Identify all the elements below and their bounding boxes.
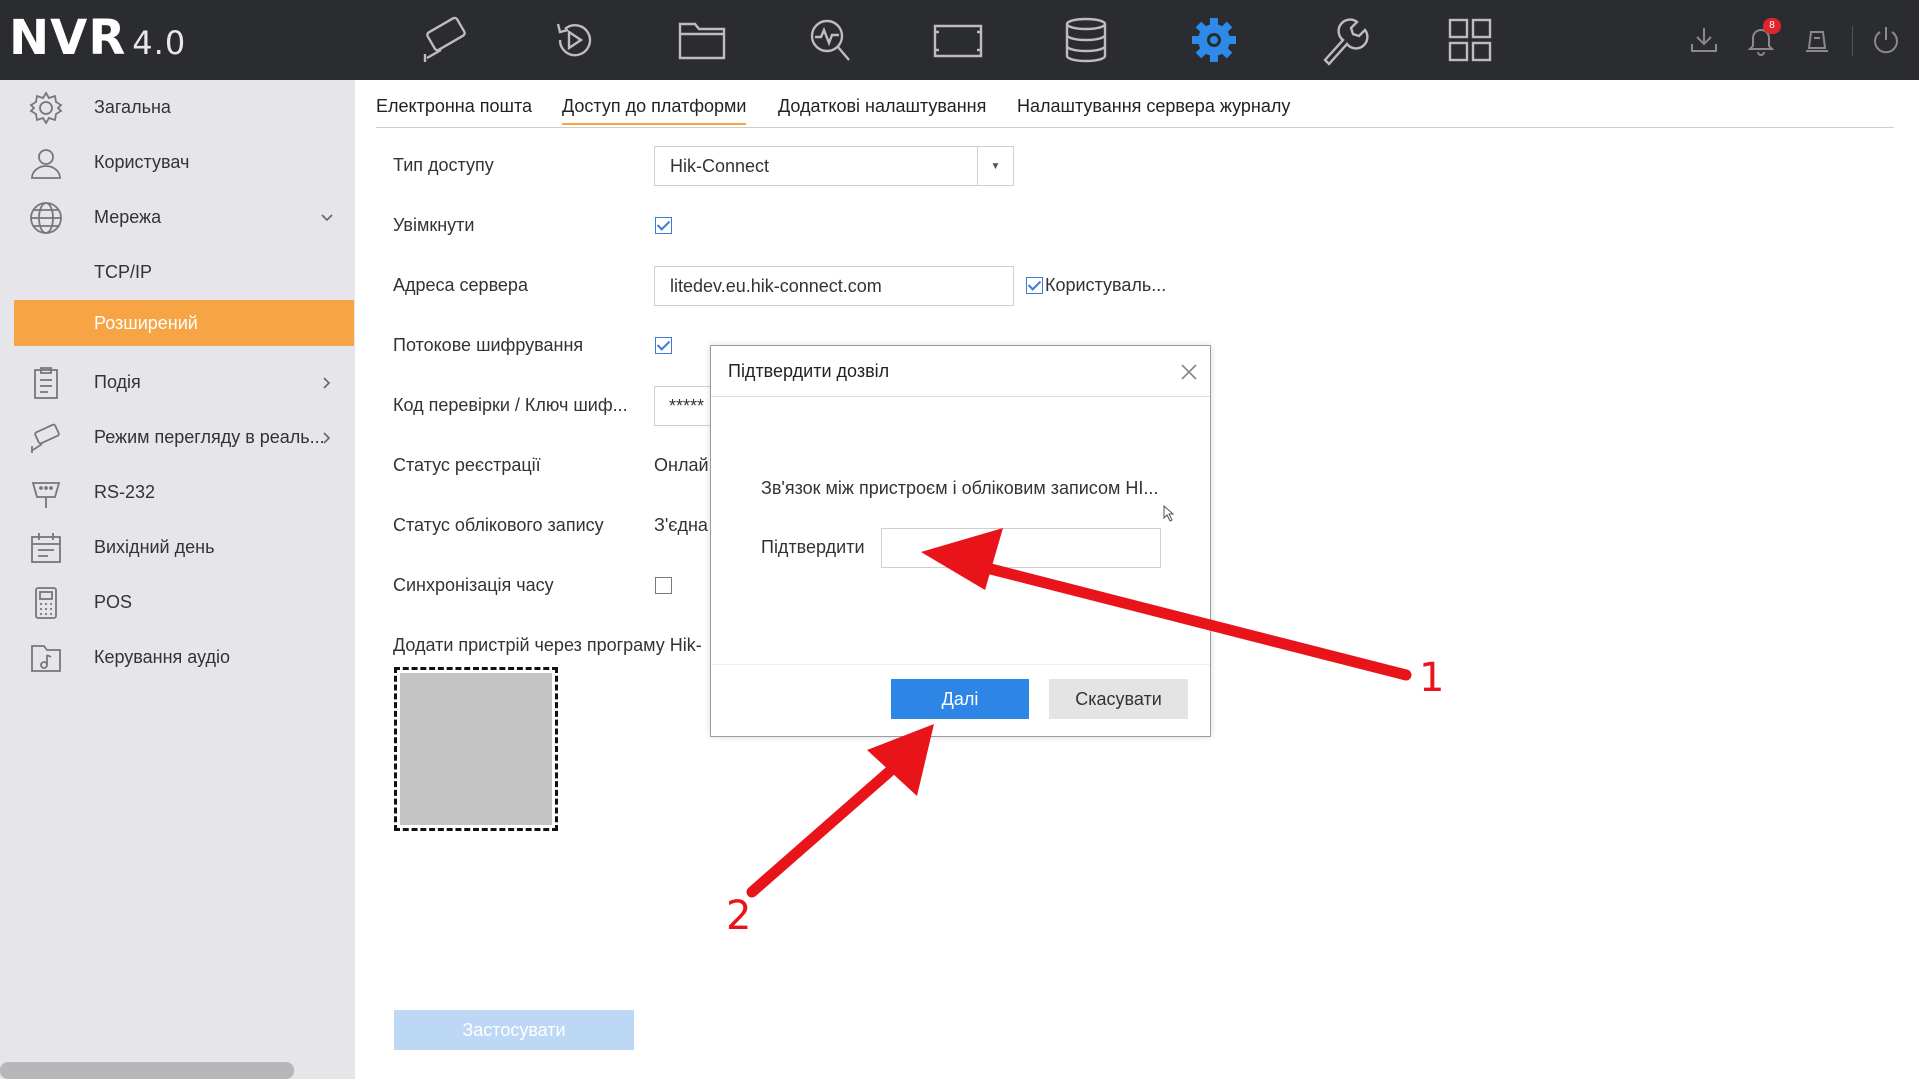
configuration-gear-icon[interactable]	[1182, 10, 1246, 70]
access-type-label: Тип доступу	[393, 155, 494, 175]
gear-icon	[29, 90, 63, 125]
rs232-icon	[31, 481, 61, 508]
dropdown-arrow-icon: ▼	[977, 147, 1013, 185]
sidebar-item-general[interactable]: Загальна	[0, 80, 355, 135]
sidebar-item-advanced[interactable]: Розширений	[14, 300, 354, 346]
sidebar-label-general: Загальна	[94, 97, 171, 117]
logo-text: NVR	[9, 10, 127, 66]
tab-advanced-settings[interactable]: Додаткові налаштування	[778, 96, 986, 117]
sidebar-item-holiday[interactable]: Вихідний день	[0, 520, 355, 575]
registration-status-value: Онлай	[654, 455, 709, 475]
power-icon[interactable]	[1866, 20, 1906, 60]
file-folder-icon[interactable]	[670, 10, 734, 70]
enable-label: Увімкнути	[393, 215, 475, 235]
time-sync-label: Синхронізація часу	[393, 575, 554, 595]
confirm-input[interactable]	[881, 528, 1161, 568]
sidebar-label-audio: Керування аудіо	[94, 647, 231, 667]
sidebar-item-event[interactable]: Подія	[0, 355, 355, 410]
sidebar-label-live-view: Режим перегляду в реаль...	[94, 427, 325, 447]
sidebar-label-tcpip: TCP/IP	[94, 262, 153, 282]
annotation-marker-1: 1	[1419, 655, 1445, 701]
registration-status-label: Статус реєстрації	[393, 455, 541, 475]
sidebar-label-network: Мережа	[94, 207, 162, 227]
sidebar-label-event: Подія	[94, 372, 141, 392]
logo-version: 4.0	[132, 24, 187, 62]
chevron-right-icon	[323, 376, 331, 389]
sidebar-item-audio[interactable]: Керування аудіо	[0, 630, 355, 685]
mouse-cursor-icon	[1163, 505, 1175, 522]
add-device-label: Додати пристрій через програму Hik-	[393, 635, 702, 655]
sidebar-label-user: Користувач	[94, 152, 190, 172]
chevron-down-icon	[321, 213, 333, 221]
server-address-input[interactable]: litedev.eu.hik-connect.com	[654, 266, 1014, 306]
stream-encryption-label: Потокове шифрування	[393, 335, 584, 355]
top-bar: NVR 4.0 8	[0, 0, 1919, 80]
confirm-permission-dialog: Підтвердити дозвіл Зв'язок між пристроєм…	[710, 345, 1211, 737]
close-icon[interactable]	[1177, 360, 1201, 384]
video-wall-icon[interactable]	[926, 10, 990, 70]
time-sync-checkbox[interactable]	[655, 577, 672, 594]
confirm-label: Підтвердити	[761, 537, 865, 557]
storage-database-icon[interactable]	[1054, 10, 1118, 70]
account-status-value: З'єдна	[654, 515, 708, 535]
chevron-right-icon	[323, 431, 331, 444]
next-button[interactable]: Далі	[891, 679, 1029, 719]
custom-server-checkbox[interactable]	[1026, 277, 1043, 294]
sidebar-item-pos[interactable]: POS	[0, 575, 355, 630]
tab-platform-access[interactable]: Доступ до платформи	[562, 96, 747, 125]
server-address-value: litedev.eu.hik-connect.com	[670, 276, 882, 296]
bell-icon[interactable]: 8	[1741, 18, 1781, 60]
verification-code-value: *****	[669, 396, 705, 416]
user-icon	[31, 148, 61, 179]
live-view-camera-icon[interactable]	[414, 10, 478, 70]
sidebar-item-user[interactable]: Користувач	[0, 135, 355, 190]
stream-encryption-checkbox[interactable]	[655, 337, 672, 354]
dialog-header-divider	[711, 396, 1210, 397]
sidebar-label-rs232: RS-232	[94, 482, 156, 502]
verification-code-label: Код перевірки / Ключ шиф...	[393, 395, 628, 415]
smart-search-icon[interactable]	[798, 10, 862, 70]
clipboard-icon	[34, 366, 58, 399]
app-logo: NVR 4.0	[9, 10, 186, 66]
topbar-divider	[1852, 26, 1853, 56]
notification-badge: 8	[1763, 18, 1781, 34]
enable-checkbox[interactable]	[655, 217, 672, 234]
dialog-title: Підтвердити дозвіл	[728, 361, 890, 381]
dialog-message: Зв'язок між пристроєм і обліковим записо…	[761, 478, 1159, 498]
arrow-2	[746, 724, 934, 898]
sidebar-label-advanced: Розширений	[94, 312, 198, 333]
access-type-value: Hik-Connect	[670, 156, 770, 176]
layout-grid-icon[interactable]	[1438, 10, 1502, 70]
annotation-marker-2: 2	[726, 893, 752, 939]
settings-tabs: Електронна пошта Доступ до платформи Дод…	[376, 94, 1894, 128]
playback-icon[interactable]	[542, 10, 606, 70]
account-status-label: Статус облікового запису	[393, 515, 604, 535]
sidebar-label-pos: POS	[94, 592, 133, 612]
access-type-select[interactable]: Hik-Connect ▼	[654, 146, 1014, 186]
dialog-footer-divider	[711, 664, 1210, 665]
alarm-icon[interactable]	[1797, 20, 1837, 60]
download-icon[interactable]	[1684, 20, 1724, 60]
camera-icon	[31, 423, 60, 453]
pos-terminal-icon	[35, 586, 57, 619]
maintenance-wrench-icon[interactable]	[1310, 10, 1374, 70]
apply-button[interactable]: Застосувати	[394, 1010, 634, 1050]
calendar-icon	[31, 532, 61, 563]
qr-code-image	[394, 667, 558, 831]
tab-email[interactable]: Електронна пошта	[376, 96, 532, 117]
cancel-button[interactable]: Скасувати	[1049, 679, 1188, 719]
sidebar-item-rs232[interactable]: RS-232	[0, 465, 355, 520]
sidebar-horizontal-scrollbar[interactable]	[0, 1062, 294, 1079]
sidebar-item-tcpip[interactable]: TCP/IP	[0, 245, 355, 300]
globe-icon	[30, 201, 62, 234]
custom-server-label: Користуваль...	[1045, 275, 1167, 295]
audio-icon	[31, 644, 61, 672]
verification-code-input[interactable]: *****	[654, 386, 714, 426]
server-address-label: Адреса сервера	[393, 275, 528, 295]
sidebar-item-network[interactable]: Мережа	[0, 190, 355, 245]
tab-log-server-settings[interactable]: Налаштування сервера журналу	[1017, 96, 1290, 117]
sidebar-item-live-view[interactable]: Режим перегляду в реаль...	[0, 410, 355, 465]
sidebar-label-holiday: Вихідний день	[94, 537, 215, 557]
